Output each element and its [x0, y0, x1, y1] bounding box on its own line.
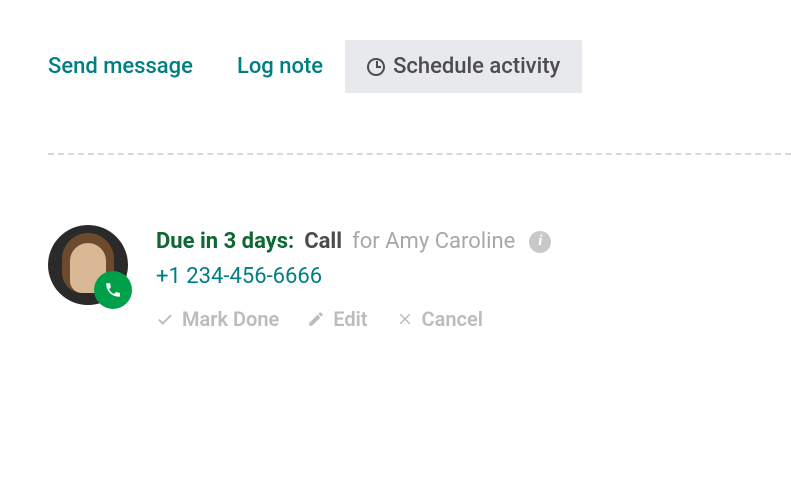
- phone-badge-icon: [94, 271, 132, 309]
- check-icon: [156, 310, 174, 328]
- activity-body: Due in 3 days: Call for Amy Caroline i +…: [156, 225, 551, 331]
- action-label: Cancel: [422, 307, 483, 331]
- phone-number: +1 234-456-6666: [156, 264, 322, 289]
- tab-log-note[interactable]: Log note: [215, 40, 345, 93]
- clock-icon: [367, 58, 385, 76]
- tab-label: Send message: [48, 54, 193, 79]
- activity-type: Call: [304, 229, 342, 254]
- close-icon: [396, 310, 414, 328]
- activity-summary: Due in 3 days: Call for Amy Caroline i: [156, 229, 551, 254]
- tab-send-message[interactable]: Send message: [48, 40, 215, 93]
- action-label: Edit: [333, 307, 367, 331]
- divider: [48, 153, 791, 155]
- action-label: Mark Done: [182, 307, 279, 331]
- tab-label: Schedule activity: [393, 54, 560, 79]
- activity-item: Due in 3 days: Call for Amy Caroline i +…: [48, 225, 791, 331]
- tab-label: Log note: [237, 54, 323, 79]
- avatar-wrap: [48, 225, 128, 305]
- phone-link[interactable]: +1 234-456-6666: [156, 264, 551, 289]
- activity-assignee: for Amy Caroline: [352, 229, 515, 254]
- cancel-button[interactable]: Cancel: [396, 307, 483, 331]
- due-label: Due in 3 days:: [156, 229, 294, 254]
- tab-schedule-activity[interactable]: Schedule activity: [345, 40, 582, 93]
- edit-button[interactable]: Edit: [307, 307, 367, 331]
- activity-actions: Mark Done Edit Cancel: [156, 307, 551, 331]
- info-icon[interactable]: i: [529, 231, 551, 253]
- pencil-icon: [307, 310, 325, 328]
- message-tabs: Send message Log note Schedule activity: [48, 40, 791, 93]
- mark-done-button[interactable]: Mark Done: [156, 307, 279, 331]
